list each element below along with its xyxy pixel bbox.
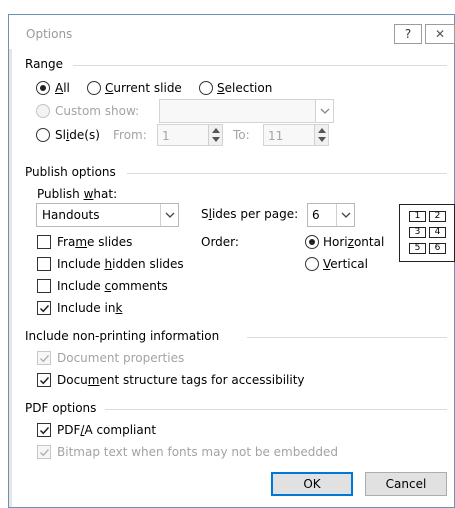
bitmap-text-label: Bitmap text when fonts may not be embedd…	[57, 445, 338, 459]
document-properties-checkbox[interactable]	[37, 351, 51, 365]
nonprinting-group-label: Include non-printing information	[25, 329, 220, 343]
pdf-separator	[105, 409, 447, 410]
document-properties-label: Document properties	[57, 351, 185, 365]
range-all-radio[interactable]	[36, 81, 50, 95]
help-button[interactable]: ?	[394, 24, 422, 44]
frame-slides-label[interactable]: Frame slides	[57, 235, 132, 249]
help-icon: ?	[404, 27, 412, 41]
pdfa-compliant-checkbox[interactable]	[37, 423, 51, 437]
range-custom-show-radio[interactable]	[36, 104, 50, 118]
checkmark-icon	[39, 426, 50, 435]
slides-per-page-label: Slides per page:	[201, 207, 299, 221]
order-horizontal-label[interactable]: Horizontal	[323, 235, 384, 249]
nonprinting-separator	[247, 337, 447, 338]
chevron-down-icon	[165, 212, 175, 218]
include-comments-label[interactable]: Include comments	[57, 279, 168, 293]
window-frame-left	[9, 15, 12, 507]
order-vertical-label[interactable]: Vertical	[323, 257, 368, 271]
order-horizontal-radio[interactable]	[305, 235, 319, 249]
from-label: From:	[113, 128, 147, 142]
include-hidden-slides-checkbox[interactable]	[37, 257, 51, 271]
to-value: 11	[268, 129, 284, 143]
range-slides-label[interactable]: Slide(s)	[55, 128, 100, 142]
structure-tags-checkbox[interactable]	[37, 373, 51, 387]
range-all-label[interactable]: All	[55, 81, 70, 95]
handout-cell-5: 5	[409, 243, 426, 254]
options-dialog: Options ? ✕ Range All Current slide Sele…	[8, 14, 455, 508]
from-spinner[interactable]: 1	[157, 124, 223, 146]
title-bar: Options ? ✕	[9, 15, 455, 49]
publish-what-label: Publish what:	[37, 187, 118, 201]
order-vertical-radio[interactable]	[305, 257, 319, 271]
to-spinner[interactable]: 11	[263, 124, 329, 146]
spin-down-icon	[318, 137, 326, 142]
range-custom-show-label: Custom show:	[55, 104, 140, 118]
slides-per-page-dropdown-button[interactable]	[336, 204, 354, 226]
spin-down-icon	[212, 137, 220, 142]
order-label: Order:	[201, 235, 239, 249]
slides-per-page-value: 6	[312, 208, 320, 222]
dialog-title: Options	[26, 27, 73, 41]
close-button[interactable]: ✕	[425, 24, 455, 44]
publish-group-label: Publish options	[25, 165, 116, 179]
chevron-down-icon	[320, 108, 330, 114]
include-comments-checkbox[interactable]	[37, 279, 51, 293]
pdfa-compliant-label[interactable]: PDF/A compliant	[57, 423, 156, 437]
range-slides-radio[interactable]	[36, 128, 50, 142]
handout-layout-preview: 1 2 3 4 5 6	[399, 204, 455, 262]
chevron-down-icon	[341, 212, 351, 218]
ok-button[interactable]: OK	[271, 472, 353, 496]
to-spinner-buttons[interactable]	[314, 125, 328, 145]
range-current-slide-radio[interactable]	[87, 81, 101, 95]
from-spinner-buttons[interactable]	[208, 125, 222, 145]
custom-show-dropdown[interactable]	[159, 99, 334, 123]
checkmark-icon	[39, 354, 50, 363]
checkmark-icon	[39, 376, 50, 385]
close-icon: ✕	[434, 27, 446, 41]
publish-what-value: Handouts	[42, 208, 100, 222]
publish-separator	[127, 173, 447, 174]
range-current-slide-label[interactable]: Current slide	[105, 81, 182, 95]
include-hidden-slides-label[interactable]: Include hidden slides	[57, 257, 184, 271]
range-selection-label[interactable]: Selection	[217, 81, 272, 95]
to-label: To:	[233, 128, 250, 142]
include-ink-checkbox[interactable]	[37, 301, 51, 315]
bitmap-text-checkbox[interactable]	[37, 445, 51, 459]
handout-cell-4: 4	[429, 227, 446, 238]
range-group-label: Range	[25, 57, 64, 71]
handout-cell-2: 2	[429, 211, 446, 222]
pdf-group-label: PDF options	[25, 401, 97, 415]
checkmark-icon	[39, 304, 50, 313]
spin-up-icon	[212, 128, 220, 133]
publish-what-dropdown[interactable]: Handouts	[36, 203, 179, 227]
handout-cell-6: 6	[429, 243, 446, 254]
structure-tags-label[interactable]: Document structure tags for accessibilit…	[57, 373, 305, 387]
handout-cell-3: 3	[409, 227, 426, 238]
cancel-button[interactable]: Cancel	[365, 472, 447, 496]
publish-what-dropdown-button[interactable]	[160, 204, 178, 226]
handout-cell-1: 1	[409, 211, 426, 222]
custom-show-dropdown-button[interactable]	[315, 100, 333, 122]
spin-up-icon	[318, 128, 326, 133]
checkmark-icon	[39, 448, 50, 457]
frame-slides-checkbox[interactable]	[37, 235, 51, 249]
slides-per-page-dropdown[interactable]: 6	[307, 203, 355, 227]
include-ink-label[interactable]: Include ink	[57, 301, 122, 315]
range-selection-radio[interactable]	[199, 81, 213, 95]
range-separator	[73, 65, 447, 66]
from-value: 1	[162, 129, 170, 143]
